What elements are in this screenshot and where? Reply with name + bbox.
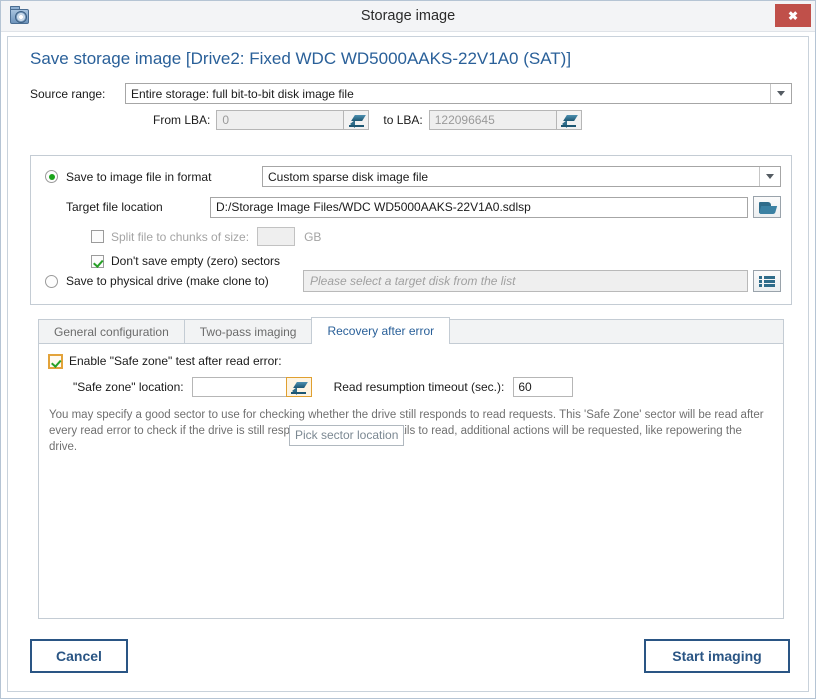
- target-file-label: Target file location: [66, 200, 163, 214]
- from-lba-pencil-icon[interactable]: [343, 110, 370, 130]
- close-icon[interactable]: ✖: [775, 4, 811, 27]
- to-lba-field-group: [428, 110, 582, 130]
- image-format-value: Custom sparse disk image file: [268, 169, 429, 184]
- target-disk-input[interactable]: Please select a target disk from the lis…: [303, 270, 748, 292]
- safe-zone-location-row: "Safe zone" location: Read resumption ti…: [73, 377, 783, 446]
- to-lba-input[interactable]: [428, 110, 556, 130]
- read-resumption-timeout-label: Read resumption timeout (sec.):: [333, 380, 505, 394]
- destination-panel: Save to image file in format Custom spar…: [30, 155, 792, 305]
- from-lba-input[interactable]: [216, 110, 344, 130]
- cancel-button[interactable]: Cancel: [30, 639, 128, 673]
- image-format-combo[interactable]: Custom sparse disk image file: [262, 166, 781, 187]
- read-resumption-timeout-input[interactable]: [513, 377, 574, 397]
- save-to-file-label: Save to image file in format: [66, 169, 212, 184]
- to-lba-pencil-icon[interactable]: [555, 110, 582, 130]
- source-range-label: Source range:: [30, 86, 106, 101]
- clone-to-drive-row: Save to physical drive (make clone to) P…: [45, 270, 781, 292]
- safe-zone-field-group: [191, 377, 312, 397]
- tab-strip: General configuration Two-pass imaging R…: [38, 317, 784, 344]
- list-select-icon[interactable]: [753, 270, 781, 292]
- dialog-client-area: Save storage image [Drive2: Fixed WDC WD…: [7, 36, 809, 692]
- start-imaging-button[interactable]: Start imaging: [644, 639, 790, 673]
- save-to-file-row: Save to image file in format Custom spar…: [41, 166, 781, 187]
- to-lba-label: to LBA:: [383, 113, 423, 127]
- safe-zone-description: You may specify a good sector to use for…: [49, 409, 764, 453]
- chevron-down-icon[interactable]: [759, 167, 780, 186]
- disc-folder-icon: [9, 6, 29, 26]
- skip-empty-sectors-label: Don't save empty (zero) sectors: [111, 254, 281, 268]
- chevron-down-icon[interactable]: [770, 84, 791, 103]
- folder-open-icon[interactable]: [753, 196, 781, 218]
- safe-zone-location-input[interactable]: [191, 377, 286, 397]
- source-range-value: Entire storage: full bit-to-bit disk ima…: [131, 86, 354, 101]
- enable-safe-zone-row: Enable "Safe zone" test after read error…: [48, 353, 783, 369]
- recovery-after-error-panel: Enable "Safe zone" test after read error…: [38, 343, 784, 619]
- page-title: Save storage image [Drive2: Fixed WDC WD…: [30, 49, 572, 68]
- title-bar: Storage image ✖: [1, 1, 815, 32]
- safe-zone-location-label: "Safe zone" location:: [73, 380, 184, 394]
- pick-sector-pencil-icon[interactable]: [285, 377, 312, 397]
- skip-empty-sectors-checkbox[interactable]: [91, 254, 104, 268]
- source-range-row: Source range: Entire storage: full bit-t…: [8, 83, 808, 104]
- from-lba-field-group: [216, 110, 370, 130]
- split-file-checkbox[interactable]: [91, 230, 104, 243]
- split-size-units: GB: [304, 229, 322, 244]
- storage-image-dialog: Storage image ✖ Save storage image [Driv…: [0, 0, 816, 699]
- target-file-row: Target file location: [41, 196, 781, 218]
- tab-strip-filler: [449, 319, 784, 344]
- enable-safe-zone-checkbox[interactable]: [48, 353, 63, 369]
- split-size-input[interactable]: [257, 227, 296, 246]
- save-to-file-radio[interactable]: [45, 170, 58, 183]
- lba-range-row: From LBA: to LBA:: [8, 110, 808, 130]
- source-range-combo[interactable]: Entire storage: full bit-to-bit disk ima…: [125, 83, 792, 104]
- from-lba-label: From LBA:: [153, 113, 211, 127]
- tab-two-pass-imaging[interactable]: Two-pass imaging: [183, 319, 313, 344]
- pick-sector-tooltip: Pick sector location: [289, 425, 405, 446]
- settings-tabs: General configuration Two-pass imaging R…: [38, 317, 784, 619]
- clone-to-drive-label: Save to physical drive (make clone to): [66, 274, 269, 288]
- split-file-row: Split file to chunks of size: GB: [41, 227, 781, 246]
- enable-safe-zone-label: Enable "Safe zone" test after read error…: [69, 354, 282, 368]
- clone-to-drive-radio[interactable]: [45, 274, 58, 288]
- skip-empty-sectors-row: Don't save empty (zero) sectors: [41, 254, 781, 268]
- target-file-input[interactable]: [210, 196, 748, 218]
- split-file-label: Split file to chunks of size:: [111, 229, 250, 244]
- tab-general-configuration[interactable]: General configuration: [38, 319, 185, 344]
- tab-recovery-after-error[interactable]: Recovery after error: [311, 317, 451, 344]
- window-title: Storage image: [360, 8, 456, 24]
